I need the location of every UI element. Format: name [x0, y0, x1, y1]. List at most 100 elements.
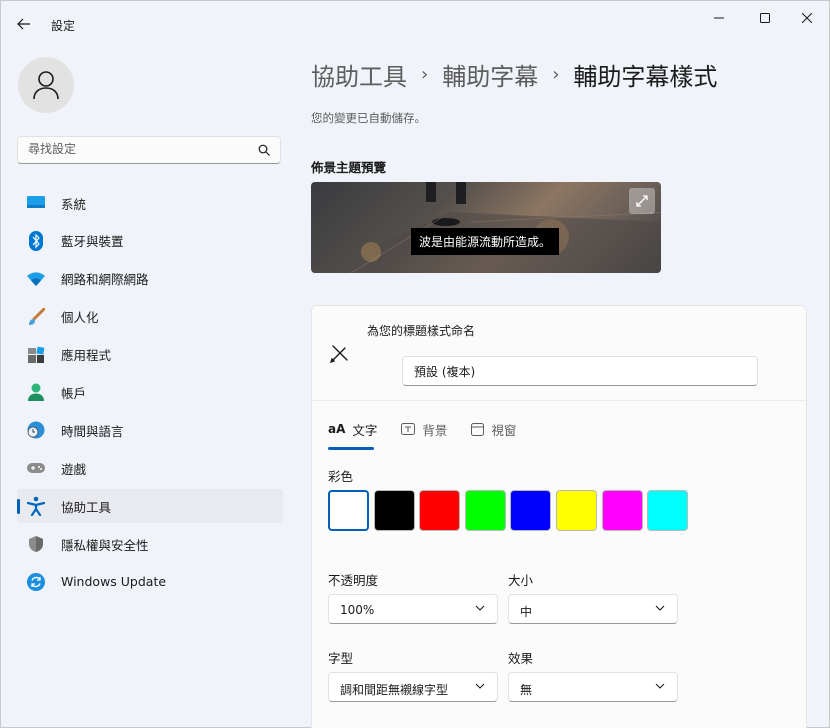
sidebar-item-label: 遊戲 — [61, 461, 87, 477]
sidebar-item-privacy[interactable]: 隱私權與安全性 — [17, 527, 283, 561]
sidebar-item-label: 應用程式 — [61, 348, 112, 364]
sidebar-item-apps[interactable]: 應用程式 — [17, 338, 283, 372]
close-icon — [802, 13, 812, 23]
swatch-white[interactable] — [328, 490, 369, 531]
sidebar-item-accessibility[interactable]: 協助工具 — [17, 489, 283, 524]
opacity-value: 100% — [340, 603, 375, 617]
breadcrumb-separator: › — [421, 64, 429, 85]
swatch-green[interactable] — [464, 490, 506, 531]
search-icon — [258, 144, 270, 156]
font-dropdown[interactable]: 調和間距無襯線字型 — [328, 672, 498, 702]
page-title: 輔助字幕樣式 — [573, 63, 718, 91]
sidebar-item-system[interactable]: 系統 — [17, 186, 283, 220]
sidebar-item-network[interactable]: 網路和網際網路 — [17, 262, 283, 296]
tab-background[interactable]: 背景 — [401, 416, 447, 442]
sidebar-item-label: 個人化 — [61, 310, 99, 326]
color-swatches — [328, 490, 693, 531]
swatch-black[interactable] — [373, 490, 415, 531]
sidebar-item-label: 帳戶 — [61, 385, 87, 401]
wifi-icon — [26, 269, 46, 289]
breadcrumb: 協助工具 › 輔助字幕 › 輔助字幕樣式 — [311, 57, 717, 92]
color-label: 彩色 — [328, 469, 354, 484]
sidebar: 系統 藍牙與裝置 網路和網際網路 個人化 — [1, 47, 293, 727]
search-box[interactable] — [17, 136, 281, 164]
sidebar-item-windows-update[interactable]: Windows Update — [17, 565, 283, 599]
swatch-yellow[interactable] — [555, 490, 597, 531]
accessibility-icon — [26, 496, 46, 517]
shield-icon — [26, 534, 46, 554]
text-size-icon: aA — [328, 422, 346, 436]
size-dropdown[interactable]: 中 — [508, 594, 678, 624]
sidebar-nav: 系統 藍牙與裝置 網路和網際網路 個人化 應用程式 帳戶 時間與語言 遊戲 協助… — [17, 186, 283, 603]
gamepad-icon — [26, 458, 46, 478]
sidebar-item-time-language[interactable]: 時間與語言 — [17, 413, 283, 447]
breadcrumb-accessibility[interactable]: 協助工具 — [311, 57, 407, 92]
sidebar-item-personalization[interactable]: 個人化 — [17, 300, 283, 334]
globe-clock-icon — [26, 420, 46, 440]
preview-title: 佈景主題預覽 — [311, 160, 387, 175]
app-title: 設定 — [51, 19, 76, 33]
window-icon — [471, 422, 485, 436]
sidebar-item-label: 網路和網際網路 — [61, 272, 149, 288]
sidebar-item-label: 系統 — [61, 196, 87, 212]
caption-preview-text: 波是由能源流動所造成。 — [411, 228, 560, 255]
chevron-down-icon — [475, 605, 485, 611]
font-label: 字型 — [328, 651, 354, 666]
size-label: 大小 — [508, 573, 534, 588]
settings-window: 設定 系統 — [0, 0, 830, 728]
tab-label: 文字 — [352, 422, 378, 438]
sidebar-item-accounts[interactable]: 帳戶 — [17, 375, 283, 409]
tab-text[interactable]: aA 文字 — [328, 416, 378, 450]
maximize-button[interactable] — [747, 7, 783, 29]
avatar[interactable] — [18, 57, 74, 113]
tab-window[interactable]: 視窗 — [471, 416, 516, 442]
swatch-cyan[interactable] — [647, 490, 689, 531]
brush-icon — [26, 307, 46, 327]
minimize-button[interactable] — [701, 7, 737, 29]
chevron-down-icon — [655, 605, 665, 611]
font-value: 調和間距無襯線字型 — [340, 683, 449, 697]
expand-preview-button[interactable] — [629, 188, 655, 214]
style-tabs: aA 文字 背景 視窗 — [328, 416, 540, 450]
tab-label: 背景 — [422, 422, 448, 438]
minimize-icon — [714, 17, 724, 19]
caption-style-card: 為您的標題樣式命名 aA 文字 背景 — [311, 305, 807, 728]
swatch-red[interactable] — [419, 490, 461, 531]
edit-style-icon — [329, 345, 348, 364]
monitor-icon — [26, 193, 46, 213]
effects-label: 效果 — [508, 651, 534, 666]
swatch-magenta[interactable] — [601, 490, 643, 531]
card-divider — [312, 400, 806, 401]
back-button[interactable] — [11, 11, 37, 37]
opacity-dropdown[interactable]: 100% — [328, 594, 498, 624]
text-box-icon — [401, 423, 416, 435]
effects-dropdown[interactable]: 無 — [508, 672, 678, 702]
expand-icon — [636, 195, 648, 207]
style-name-input[interactable] — [414, 364, 744, 378]
swatch-blue[interactable] — [510, 490, 552, 531]
sidebar-item-bluetooth[interactable]: 藍牙與裝置 — [17, 224, 283, 258]
size-value: 中 — [520, 605, 533, 619]
sidebar-item-label: 時間與語言 — [61, 423, 124, 439]
user-avatar-icon — [33, 71, 59, 100]
breadcrumb-separator: › — [552, 64, 560, 85]
back-arrow-icon — [17, 18, 30, 30]
sidebar-item-gaming[interactable]: 遊戲 — [17, 451, 283, 485]
maximize-icon — [760, 13, 770, 23]
theme-preview: 波是由能源流動所造成。 — [311, 182, 661, 273]
autosave-notice: 您的變更已自動儲存。 — [311, 111, 426, 125]
sidebar-item-label: 協助工具 — [61, 499, 112, 515]
sidebar-item-label: 隱私權與安全性 — [61, 537, 149, 553]
sidebar-item-label: 藍牙與裝置 — [61, 234, 124, 250]
tab-label: 視窗 — [491, 422, 517, 438]
person-icon — [26, 382, 46, 402]
update-icon — [26, 572, 46, 592]
effects-value: 無 — [520, 683, 533, 697]
title-bar: 設定 — [1, 1, 829, 47]
opacity-label: 不透明度 — [328, 573, 379, 588]
search-input[interactable] — [28, 142, 248, 156]
breadcrumb-captions[interactable]: 輔助字幕 — [442, 57, 538, 92]
bluetooth-icon — [26, 230, 46, 251]
style-name-field[interactable] — [402, 356, 758, 386]
close-button[interactable] — [789, 7, 825, 29]
